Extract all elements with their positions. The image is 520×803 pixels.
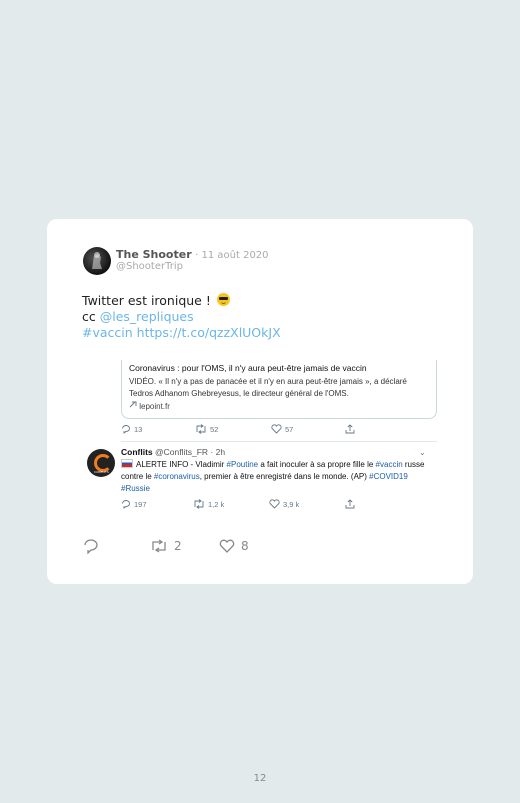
reply-icon	[122, 425, 130, 434]
reply-icon	[122, 500, 130, 509]
heart-icon	[269, 499, 280, 509]
embedded-time: · 2h	[210, 447, 226, 457]
tweet-body: Twitter est ironique ! cc @les_repliques…	[82, 293, 281, 341]
retweet-icon	[152, 539, 166, 553]
embedded-actions-2: 197 1,2 k 3,9 k	[121, 499, 437, 510]
embedded-retweet: 52	[195, 424, 218, 434]
tweet-card: The Shooter · 11 août 2020 @ShooterTrip …	[47, 219, 473, 584]
hashtag-link[interactable]: #vaccin	[82, 325, 133, 340]
heart-icon	[219, 539, 235, 553]
tweet-text-line1: Twitter est ironique !	[82, 293, 211, 308]
embedded-author-name: Conflits	[121, 447, 153, 457]
embedded-rt-reply-count: 197	[134, 500, 147, 509]
conflits-logo-label: CONFLITS	[94, 470, 109, 474]
preview-domain-text: lepoint.fr	[139, 402, 170, 411]
embedded-retweet-count: 52	[210, 425, 219, 434]
embedded-text-part: , premier à être enregistré dans le mond…	[199, 472, 370, 481]
embedded-reply-count: 13	[134, 425, 143, 434]
like-button[interactable]: 8	[219, 539, 249, 553]
heart-icon	[271, 424, 282, 434]
embedded-like: 57	[271, 424, 293, 434]
link-preview-card: Coronavirus : pour l'OMS, il n'y aura pe…	[121, 360, 437, 419]
retweet-icon	[196, 424, 206, 434]
embedded-hashtag: #vaccin	[375, 460, 403, 469]
reply-button[interactable]	[83, 539, 105, 555]
russia-flag-icon	[121, 459, 133, 468]
sunglasses-emoji-icon	[216, 293, 230, 306]
embedded-like-count: 57	[285, 425, 294, 434]
retweet-icon	[194, 499, 204, 509]
embedded-rt-share	[345, 499, 358, 509]
author-name[interactable]: The Shooter	[116, 248, 192, 261]
conflits-avatar: CONFLITS	[87, 449, 115, 477]
author-row: The Shooter · 11 août 2020	[116, 248, 269, 261]
mention-link[interactable]: @les_repliques	[100, 309, 194, 324]
embedded-hashtag: #Russie	[121, 484, 150, 493]
embedded-rt-retweet-count: 1,2 k	[208, 500, 225, 509]
embedded-share	[345, 424, 358, 434]
embedded-divider	[121, 441, 437, 442]
embedded-author-handle: @Conflits_FR	[155, 447, 209, 457]
embedded-hashtag: #Poutine	[226, 460, 259, 469]
embedded-rt-like-count: 3,9 k	[283, 500, 300, 509]
embedded-text-part: ALERTE INFO - Vladimir	[136, 460, 227, 469]
share-icon	[345, 499, 355, 509]
embedded-tweet-header: Conflits @Conflits_FR · 2h	[121, 447, 225, 457]
cc-prefix: cc	[82, 309, 100, 324]
preview-description: VIDÉO. « Il n'y a pas de panacée et il n…	[129, 377, 407, 398]
author-handle[interactable]: @ShooterTrip	[116, 261, 183, 272]
page-number: 12	[253, 773, 267, 784]
author-avatar[interactable]	[83, 247, 111, 275]
chevron-down-icon: ⌄	[419, 448, 426, 457]
retweet-button[interactable]: 2	[150, 539, 182, 553]
embedded-text-part: a fait inoculer à sa propre fille le	[258, 460, 376, 469]
preview-title: Coronavirus : pour l'OMS, il n'y aura pe…	[129, 363, 367, 373]
embedded-actions-1: 13 52 57	[121, 424, 437, 438]
preview-domain: lepoint.fr	[129, 401, 170, 411]
embedded-hashtag: #coronavirus	[153, 472, 200, 481]
embedded-screenshot[interactable]: Coronavirus : pour l'OMS, il n'y aura pe…	[121, 360, 437, 510]
tweet-date[interactable]: · 11 août 2020	[195, 250, 268, 261]
url-link[interactable]: https://t.co/qzzXlUOkJX	[137, 325, 281, 340]
reply-icon	[84, 539, 98, 555]
embedded-reply: 13	[121, 424, 142, 434]
embedded-rt-like: 3,9 k	[269, 499, 299, 509]
person-silhouette-icon	[92, 252, 102, 269]
embedded-hashtag: #COVID19	[369, 472, 408, 481]
embedded-rt-retweet: 1,2 k	[193, 499, 224, 509]
retweet-count: 2	[174, 539, 182, 553]
share-icon	[345, 424, 355, 434]
link-icon	[129, 401, 137, 408]
embedded-tweet-text: ALERTE INFO - Vladimir #Poutine a fait i…	[121, 459, 436, 495]
embedded-rt-reply: 197	[121, 499, 147, 509]
like-count: 8	[241, 539, 249, 553]
tweet-actions: 2 8	[83, 539, 383, 557]
